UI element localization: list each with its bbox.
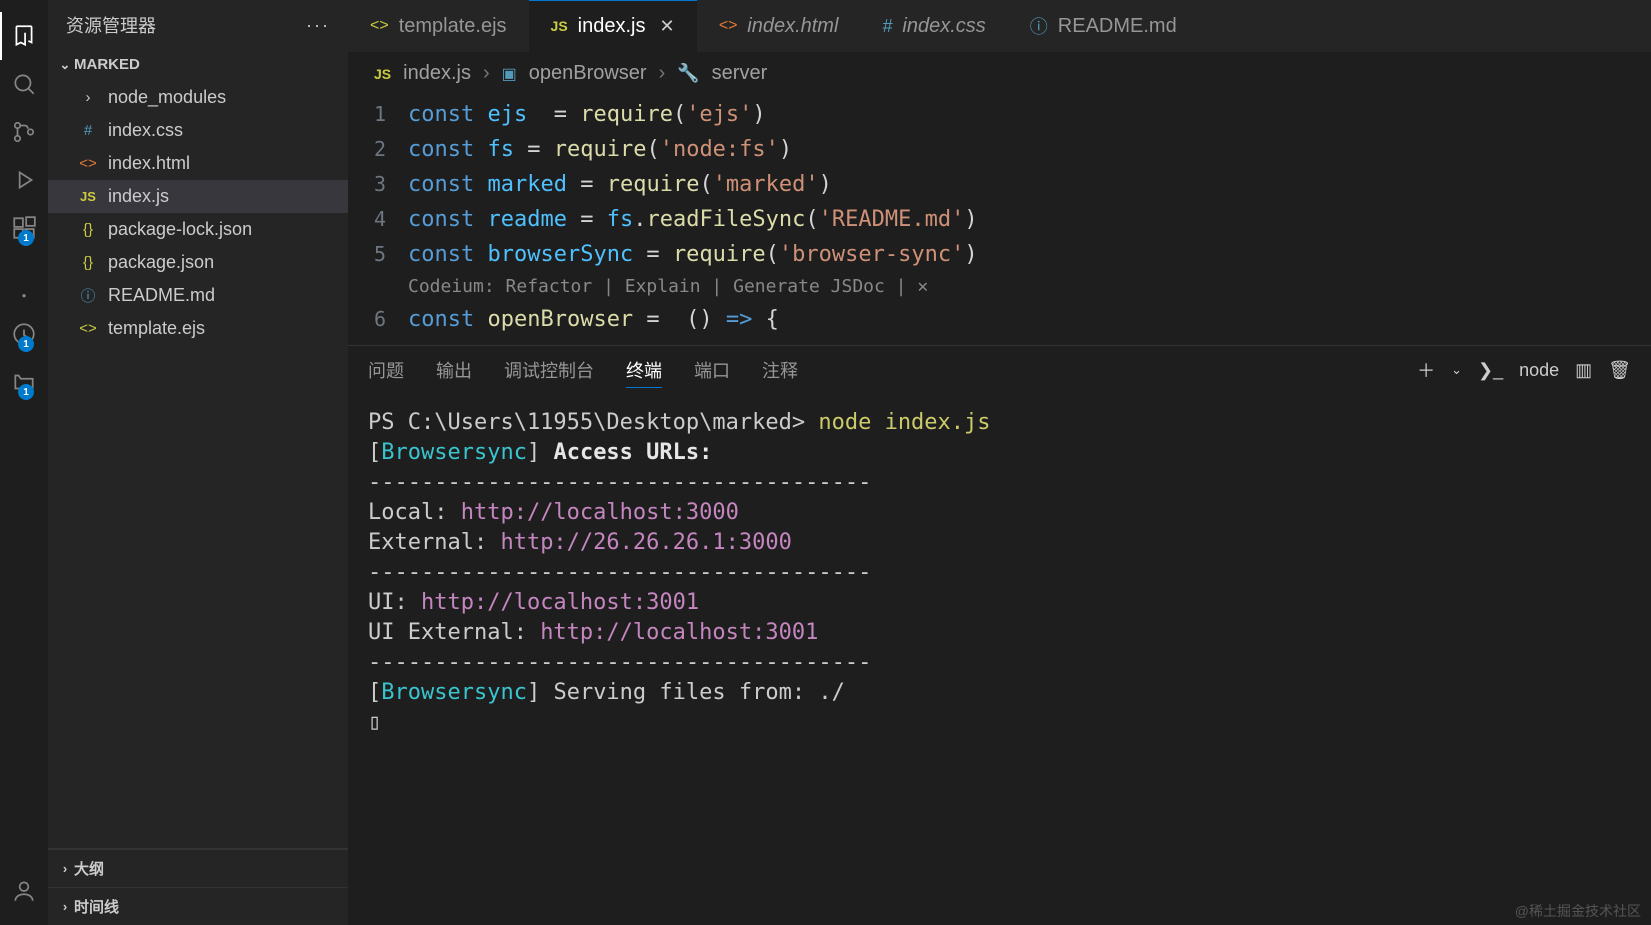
chevron-right-icon: › (483, 62, 490, 85)
tree-file-selected[interactable]: JS index.js (48, 180, 348, 213)
chevron-down-icon: ⌄ (56, 57, 74, 73)
panel-tab-problems[interactable]: 问题 (368, 353, 404, 387)
panel: 问题 输出 调试控制台 终端 端口 注释 ＋ ⌄ ❯_ node ▥ 🗑 PS … (348, 345, 1651, 925)
panel-tab-output[interactable]: 输出 (436, 353, 472, 387)
info-icon: ⓘ (78, 285, 98, 306)
tree-folder[interactable]: › node_modules (48, 81, 348, 114)
sidebar-header: 资源管理器 ··· (48, 0, 348, 50)
braces-icon: {} (78, 221, 98, 238)
hash-icon: # (882, 16, 892, 37)
tab[interactable]: # index.css (860, 0, 1007, 52)
activity-explorer[interactable] (0, 12, 48, 60)
activity-item[interactable]: 1 (0, 310, 48, 358)
chevron-down-icon[interactable]: ⌄ (1451, 362, 1462, 378)
hash-icon: # (78, 122, 98, 139)
chevron-right-icon: › (56, 899, 74, 914)
info-icon: ⓘ (1030, 13, 1048, 39)
tree-file[interactable]: # index.css (48, 114, 348, 147)
trash-icon[interactable]: 🗑 (1608, 360, 1631, 381)
activity-debug[interactable] (0, 156, 48, 204)
watermark: @稀土掘金技术社区 (1515, 901, 1641, 921)
angle-icon: <> (78, 320, 98, 337)
codelens[interactable]: Codeium: Refactor | Explain | Generate J… (348, 272, 1651, 302)
panel-tab-ports[interactable]: 端口 (694, 353, 730, 387)
sidebar-more-icon[interactable]: ··· (306, 15, 330, 36)
chevron-right-icon: › (659, 62, 666, 85)
plus-icon[interactable]: ＋ (1417, 357, 1435, 383)
close-icon[interactable]: ✕ (659, 16, 674, 37)
shell-label: node (1519, 360, 1559, 381)
tree-file[interactable]: <> index.html (48, 147, 348, 180)
js-icon: JS (78, 189, 98, 204)
terminal-icon[interactable]: ❯_ (1478, 360, 1503, 381)
sidebar: 资源管理器 ··· ⌄ MARKED › node_modules # inde… (48, 0, 348, 925)
tree-file[interactable]: {} package-lock.json (48, 213, 348, 246)
chevron-right-icon: › (56, 861, 74, 876)
ext-badge: 1 (18, 230, 34, 246)
breadcrumb[interactable]: JS index.js › ▣ openBrowser › 🔧 server (348, 52, 1651, 95)
tab-active[interactable]: JS index.js ✕ (529, 0, 697, 52)
activity-item[interactable]: 1 (0, 358, 48, 406)
activity-extensions[interactable]: 1 (0, 204, 48, 252)
tree-file[interactable]: {} package.json (48, 246, 348, 279)
sidebar-title: 资源管理器 (66, 12, 156, 38)
chevron-right-icon: › (78, 89, 98, 106)
project-name: MARKED (74, 56, 140, 73)
tab[interactable]: ⓘ README.md (1008, 0, 1199, 52)
panel-tabs: 问题 输出 调试控制台 终端 端口 注释 ＋ ⌄ ❯_ node ▥ 🗑 (348, 346, 1651, 394)
tree-file[interactable]: ⓘ README.md (48, 279, 348, 312)
timeline-section[interactable]: › 时间线 (48, 887, 348, 925)
angle-icon: <> (370, 17, 389, 35)
tab[interactable]: <> index.html (697, 0, 861, 52)
main: <> template.ejs JS index.js ✕ <> index.h… (348, 0, 1651, 925)
split-icon[interactable]: ▥ (1575, 360, 1592, 381)
panel-tab-debug[interactable]: 调试控制台 (504, 353, 594, 387)
project-header[interactable]: ⌄ MARKED (48, 50, 348, 79)
js-icon: JS (374, 66, 391, 82)
braces-icon: {} (78, 254, 98, 271)
activity-item[interactable]: ● (0, 280, 48, 310)
badge: 1 (18, 336, 34, 352)
outline-section[interactable]: › 大纲 (48, 849, 348, 887)
wrench-icon: 🔧 (677, 63, 699, 84)
panel-tab-terminal[interactable]: 终端 (626, 353, 662, 388)
activity-scm[interactable] (0, 108, 48, 156)
module-icon: ▣ (502, 64, 517, 84)
tree-file[interactable]: <> template.ejs (48, 312, 348, 345)
panel-tab-comments[interactable]: 注释 (762, 353, 798, 387)
editor-tabs: <> template.ejs JS index.js ✕ <> index.h… (348, 0, 1651, 52)
js-icon: JS (551, 18, 568, 34)
activity-search[interactable] (0, 60, 48, 108)
terminal[interactable]: PS C:\Users\11955\Desktop\marked> node i… (348, 394, 1651, 925)
angle-icon: <> (719, 17, 738, 35)
activity-account[interactable] (0, 867, 48, 915)
activity-bar: 1 ● 1 1 (0, 0, 48, 925)
tab[interactable]: <> template.ejs (348, 0, 529, 52)
file-tree: › node_modules # index.css <> index.html… (48, 79, 348, 347)
badge: 1 (18, 384, 34, 400)
angle-icon: <> (78, 155, 98, 172)
code-editor[interactable]: 1const ejs = require('ejs') 2const fs = … (348, 95, 1651, 345)
